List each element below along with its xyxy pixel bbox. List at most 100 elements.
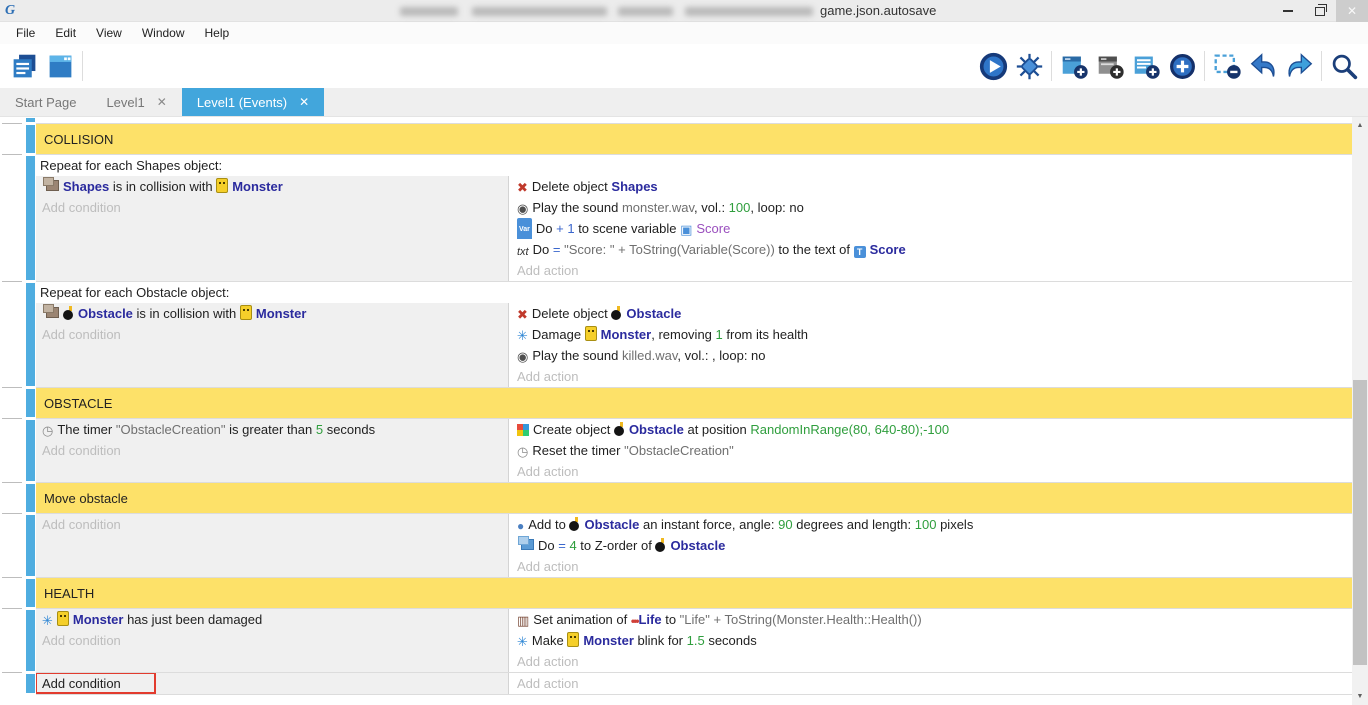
event-text: Life	[638, 612, 661, 627]
group-label: COLLISION	[44, 132, 113, 147]
action-line[interactable]: VarDo + 1 to scene variable ▣Score	[509, 218, 1352, 239]
event-text: 90	[778, 517, 792, 532]
close-icon[interactable]: ✕	[1336, 0, 1368, 22]
collision-icon	[46, 180, 59, 191]
event-text: at position	[684, 422, 751, 437]
event-row[interactable]: Add conditionAdd action	[36, 673, 1352, 695]
action-line[interactable]: ✳Make Monster blink for 1.5 seconds	[509, 630, 1352, 651]
event-row[interactable]: ✳Monster has just been damagedAdd condit…	[36, 609, 1352, 673]
debug-icon[interactable]	[1011, 48, 1047, 84]
action-line[interactable]: Create object Obstacle at position Rando…	[509, 419, 1352, 440]
obstacle-icon	[655, 538, 666, 552]
event-group-header[interactable]: OBSTACLE	[36, 388, 1352, 419]
event-text: Add condition	[42, 327, 121, 342]
add-condition-button[interactable]: Add condition	[36, 324, 508, 345]
group-label: HEALTH	[44, 586, 94, 601]
health-icon: ✳	[517, 325, 528, 345]
add-subevent-icon[interactable]	[1092, 48, 1128, 84]
toolbar-separator	[1321, 51, 1322, 81]
conditions-panel: Add condition	[36, 514, 509, 577]
event-group-header[interactable]: Move obstacle	[36, 483, 1352, 514]
action-line[interactable]: ▥Set animation of •••Life to "Life" + To…	[509, 609, 1352, 630]
event-text: Monster	[256, 306, 307, 321]
menu-edit[interactable]: Edit	[45, 22, 86, 44]
event-text: Delete object	[532, 306, 612, 321]
condition-line[interactable]: ◷The timer "ObstacleCreation" is greater…	[36, 419, 508, 440]
tab-start-page[interactable]: Start Page	[0, 88, 91, 116]
project-manager-icon[interactable]	[6, 48, 42, 84]
event-text: seconds	[705, 633, 757, 648]
event-text: Delete object	[532, 179, 612, 194]
action-line[interactable]: ✖Delete object Shapes	[509, 176, 1352, 197]
action-line[interactable]: ✖Delete object Obstacle	[509, 303, 1352, 324]
tab-level1[interactable]: Level1✕	[91, 88, 181, 116]
event-row[interactable]: Repeat for each Shapes object:Shapes is …	[36, 155, 1352, 282]
redo-icon[interactable]	[1281, 48, 1317, 84]
add-comment-icon[interactable]	[1128, 48, 1164, 84]
delete-icon: ✖	[517, 177, 528, 197]
action-line[interactable]: ✳Damage Monster, removing 1 from its hea…	[509, 324, 1352, 345]
condition-line[interactable]: Obstacle is in collision with Monster	[36, 303, 508, 324]
event-foreach-header[interactable]: Repeat for each Shapes object:	[36, 155, 1352, 176]
condition-line[interactable]: Shapes is in collision with Monster	[36, 176, 508, 197]
event-text: Add action	[517, 654, 578, 669]
event-text: Add action	[517, 464, 578, 479]
action-line[interactable]: ●Add to Obstacle an instant force, angle…	[509, 514, 1352, 535]
close-tab-icon[interactable]: ✕	[157, 95, 167, 109]
scroll-up-icon[interactable]: ▲	[1352, 117, 1368, 134]
condition-line[interactable]: ✳Monster has just been damaged	[36, 609, 508, 630]
redacted-title-text	[472, 7, 607, 16]
add-condition-button[interactable]: Add condition	[36, 673, 508, 694]
add-action-button[interactable]: Add action	[509, 461, 1352, 482]
close-tab-icon[interactable]: ✕	[299, 95, 309, 109]
action-line[interactable]: txtDo = "Score: " + ToString(Variable(Sc…	[509, 239, 1352, 260]
tab-level1-events[interactable]: Level1 (Events)✕	[182, 88, 324, 116]
event-group-header[interactable]: COLLISION	[36, 124, 1352, 155]
restore-icon[interactable]	[1304, 0, 1336, 22]
add-circle-icon[interactable]	[1164, 48, 1200, 84]
vertical-scrollbar[interactable]: ▲ ▼	[1352, 117, 1368, 705]
event-text: Play the sound	[532, 348, 622, 363]
event-row[interactable]: Add condition●Add to Obstacle an instant…	[36, 514, 1352, 578]
start-page-icon[interactable]	[42, 48, 78, 84]
add-event-icon[interactable]	[1056, 48, 1092, 84]
event-text: monster.wav	[622, 200, 694, 215]
event-text: "ObstacleCreation"	[116, 422, 226, 437]
add-action-button[interactable]: Add action	[509, 673, 1352, 694]
menu-view[interactable]: View	[86, 22, 132, 44]
event-row[interactable]: Repeat for each Obstacle object:Obstacle…	[36, 282, 1352, 388]
scroll-down-icon[interactable]: ▼	[1352, 688, 1368, 705]
action-line[interactable]: ◉Play the sound killed.wav, vol.: , loop…	[509, 345, 1352, 366]
action-line[interactable]: ◷Reset the timer "ObstacleCreation"	[509, 440, 1352, 461]
event-foreach-header[interactable]: Repeat for each Obstacle object:	[36, 282, 1352, 303]
action-line[interactable]: ◉Play the sound monster.wav, vol.: 100, …	[509, 197, 1352, 218]
monster-icon	[567, 632, 579, 647]
scrollbar-thumb[interactable]	[1353, 380, 1367, 665]
add-condition-button[interactable]: Add condition	[36, 197, 508, 218]
event-text: to	[662, 612, 680, 627]
search-icon[interactable]	[1326, 48, 1362, 84]
add-condition-button[interactable]: Add condition	[36, 440, 508, 461]
menu-file[interactable]: File	[6, 22, 45, 44]
event-text: "ObstacleCreation"	[624, 443, 734, 458]
add-condition-button[interactable]: Add condition	[36, 514, 508, 535]
event-text: 5	[316, 422, 323, 437]
action-line[interactable]: Do = 4 to Z-order of Obstacle	[509, 535, 1352, 556]
menu-help[interactable]: Help	[195, 22, 240, 44]
actions-panel: ✖Delete object Obstacle✳Damage Monster, …	[509, 303, 1352, 387]
event-text: Create object	[533, 422, 614, 437]
add-action-button[interactable]: Add action	[509, 260, 1352, 281]
toolbar-separator	[1204, 51, 1205, 81]
add-condition-button[interactable]: Add condition	[36, 630, 508, 651]
add-action-button[interactable]: Add action	[509, 651, 1352, 672]
remove-event-icon[interactable]	[1209, 48, 1245, 84]
undo-icon[interactable]	[1245, 48, 1281, 84]
event-row[interactable]: ◷The timer "ObstacleCreation" is greater…	[36, 419, 1352, 483]
add-action-button[interactable]: Add action	[509, 366, 1352, 387]
menu-window[interactable]: Window	[132, 22, 195, 44]
play-icon[interactable]	[975, 48, 1011, 84]
collision-icon	[46, 307, 59, 318]
add-action-button[interactable]: Add action	[509, 556, 1352, 577]
event-group-header[interactable]: HEALTH	[36, 578, 1352, 609]
minimize-icon[interactable]	[1272, 0, 1304, 22]
